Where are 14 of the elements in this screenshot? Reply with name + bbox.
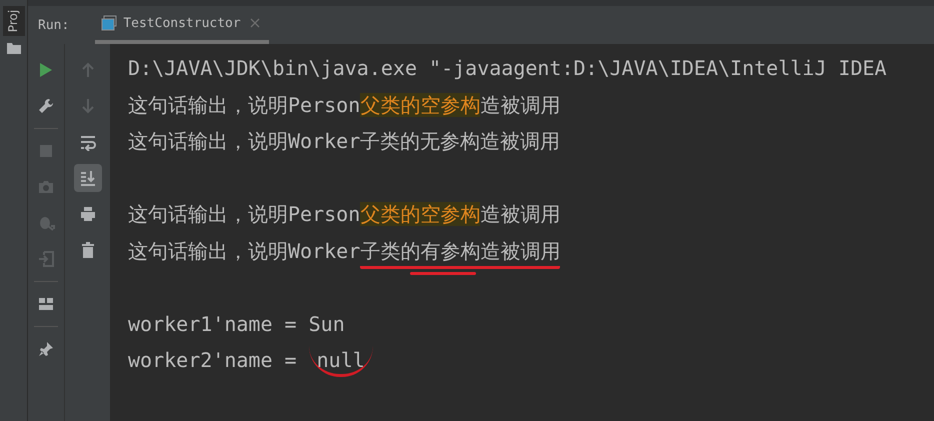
project-tab[interactable]: Proj <box>2 6 24 36</box>
folder-icon <box>6 42 20 54</box>
console-line: 这句话输出，说明Person父类的空参构造被调用 <box>128 92 562 118</box>
underline-mark <box>410 272 476 274</box>
console-line: 这句话输出，说明Person父类的空参构造被调用 <box>128 201 562 228</box>
console-line: 这句话输出，说明Worker子类的有参构造被调用 <box>128 232 934 269</box>
console-line: D:\JAVA\JDK\bin\java.exe "-javaagent:D:\JAVA\IDEA\IntelliJ IDEA <box>128 55 888 82</box>
circled-text: null <box>308 346 373 377</box>
scroll-to-end-icon[interactable] <box>74 164 102 192</box>
run-label: Run: <box>38 18 70 32</box>
console-line: worker2'name = null <box>128 342 934 378</box>
window-icon <box>101 15 118 31</box>
console-line: 这句话输出，说明Worker子类的无参构造被调用 <box>128 128 562 155</box>
console-line: worker1'name = Sun <box>128 310 346 338</box>
